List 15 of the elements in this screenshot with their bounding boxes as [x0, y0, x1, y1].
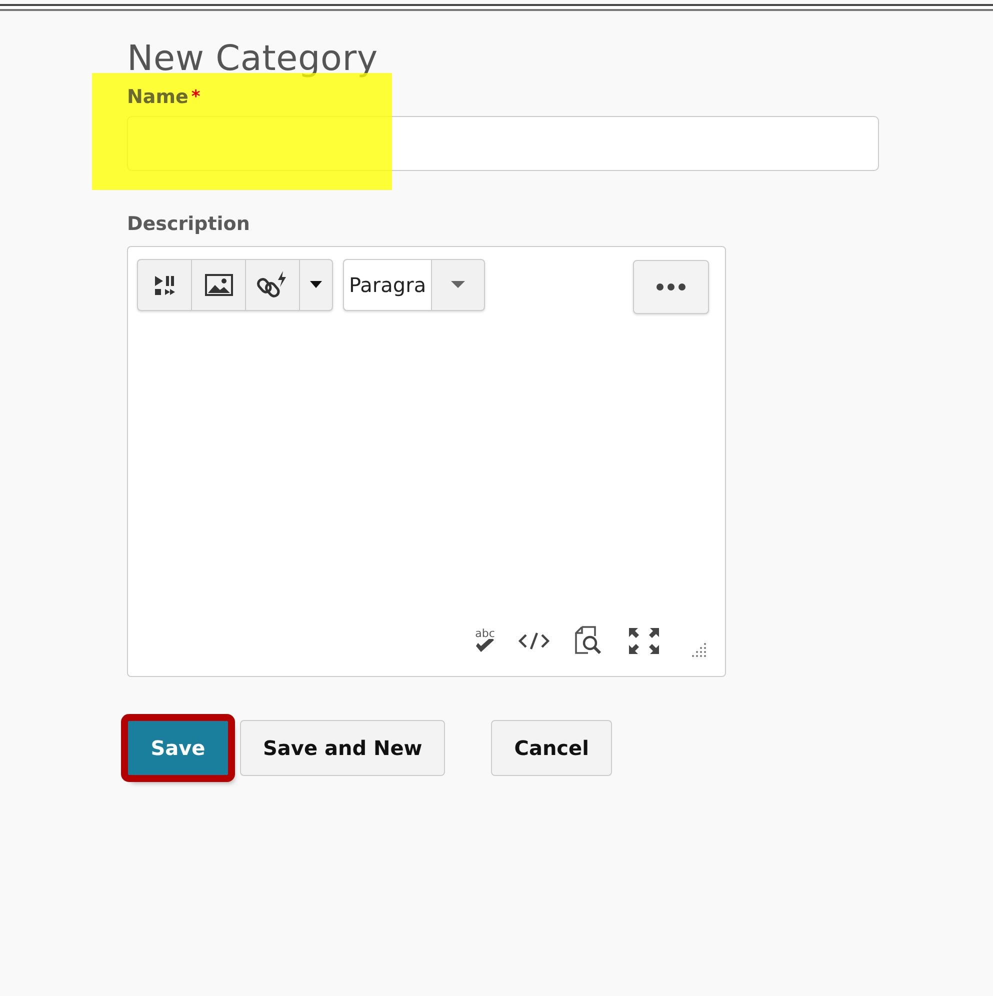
required-mark: * — [191, 87, 200, 107]
spellcheck-label: abc — [475, 628, 495, 638]
form-button[interactable]: Cancel — [491, 720, 612, 776]
resize-grip-icon[interactable] — [689, 640, 707, 658]
form-button[interactable]: Save and New — [240, 720, 446, 776]
field-label: Name — [127, 86, 188, 108]
editor-box[interactable]: Paragra abc — [127, 246, 726, 677]
fullscreen-icon[interactable] — [627, 626, 661, 656]
code-icon[interactable] — [517, 631, 551, 651]
caret-icon — [451, 281, 466, 289]
check-icon[interactable] — [475, 638, 495, 654]
more-icon[interactable] — [633, 260, 709, 314]
format-dropdown[interactable]: Paragra — [343, 259, 486, 311]
page-title: New Category — [127, 38, 379, 81]
field-label: Description — [127, 213, 251, 237]
